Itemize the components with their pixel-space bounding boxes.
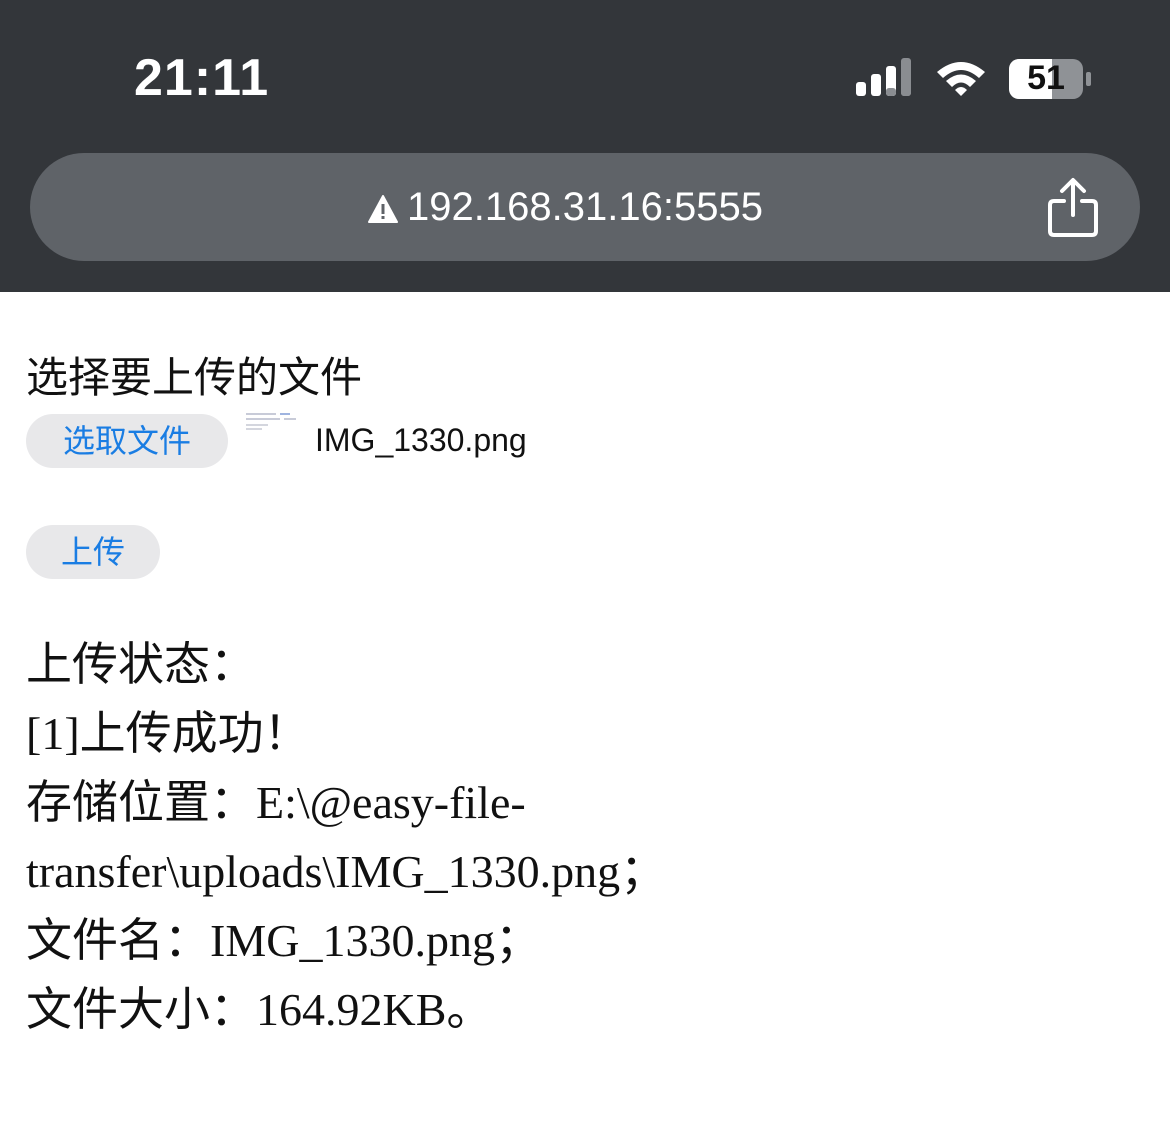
url-text: 192.168.31.16:5555 xyxy=(407,184,763,229)
storage-location-line-2: transfer\uploads\IMG_1330.png； xyxy=(26,846,667,897)
warning-icon xyxy=(368,195,399,223)
upload-button[interactable]: 上传 xyxy=(26,525,160,579)
page-content: 选择要上传的文件 选取文件 IMG_1330.png 上传 上传状态： [1]上… xyxy=(0,292,1170,1132)
upload-section-title: 选择要上传的文件 xyxy=(26,353,363,402)
share-icon[interactable] xyxy=(1046,177,1100,239)
file-name-line: 文件名：IMG_1330.png； xyxy=(26,915,541,966)
address-bar[interactable]: 192.168.31.16:5555 xyxy=(30,153,1140,261)
status-time: 21:11 xyxy=(134,49,270,107)
battery-level: 51 xyxy=(1027,59,1065,97)
upload-status-heading: 上传状态： xyxy=(26,639,256,690)
choose-file-button[interactable]: 选取文件 xyxy=(26,414,228,468)
file-size-line: 文件大小：164.92KB。 xyxy=(26,984,493,1035)
signal-icon xyxy=(856,58,911,96)
upload-status: 上传状态： [1]上传成功！ 存储位置：E:\@easy-file- trans… xyxy=(26,630,1146,1044)
upload-result: [1]上传成功！ xyxy=(26,708,310,759)
wifi-icon xyxy=(937,62,985,96)
selected-file-name: IMG_1330.png xyxy=(315,422,527,458)
storage-location-line-1: 存储位置：E:\@easy-file- xyxy=(26,777,526,828)
file-thumbnail xyxy=(244,410,304,436)
browser-chrome: 21:11 51 192.168.31.16:5555 xyxy=(0,0,1170,292)
